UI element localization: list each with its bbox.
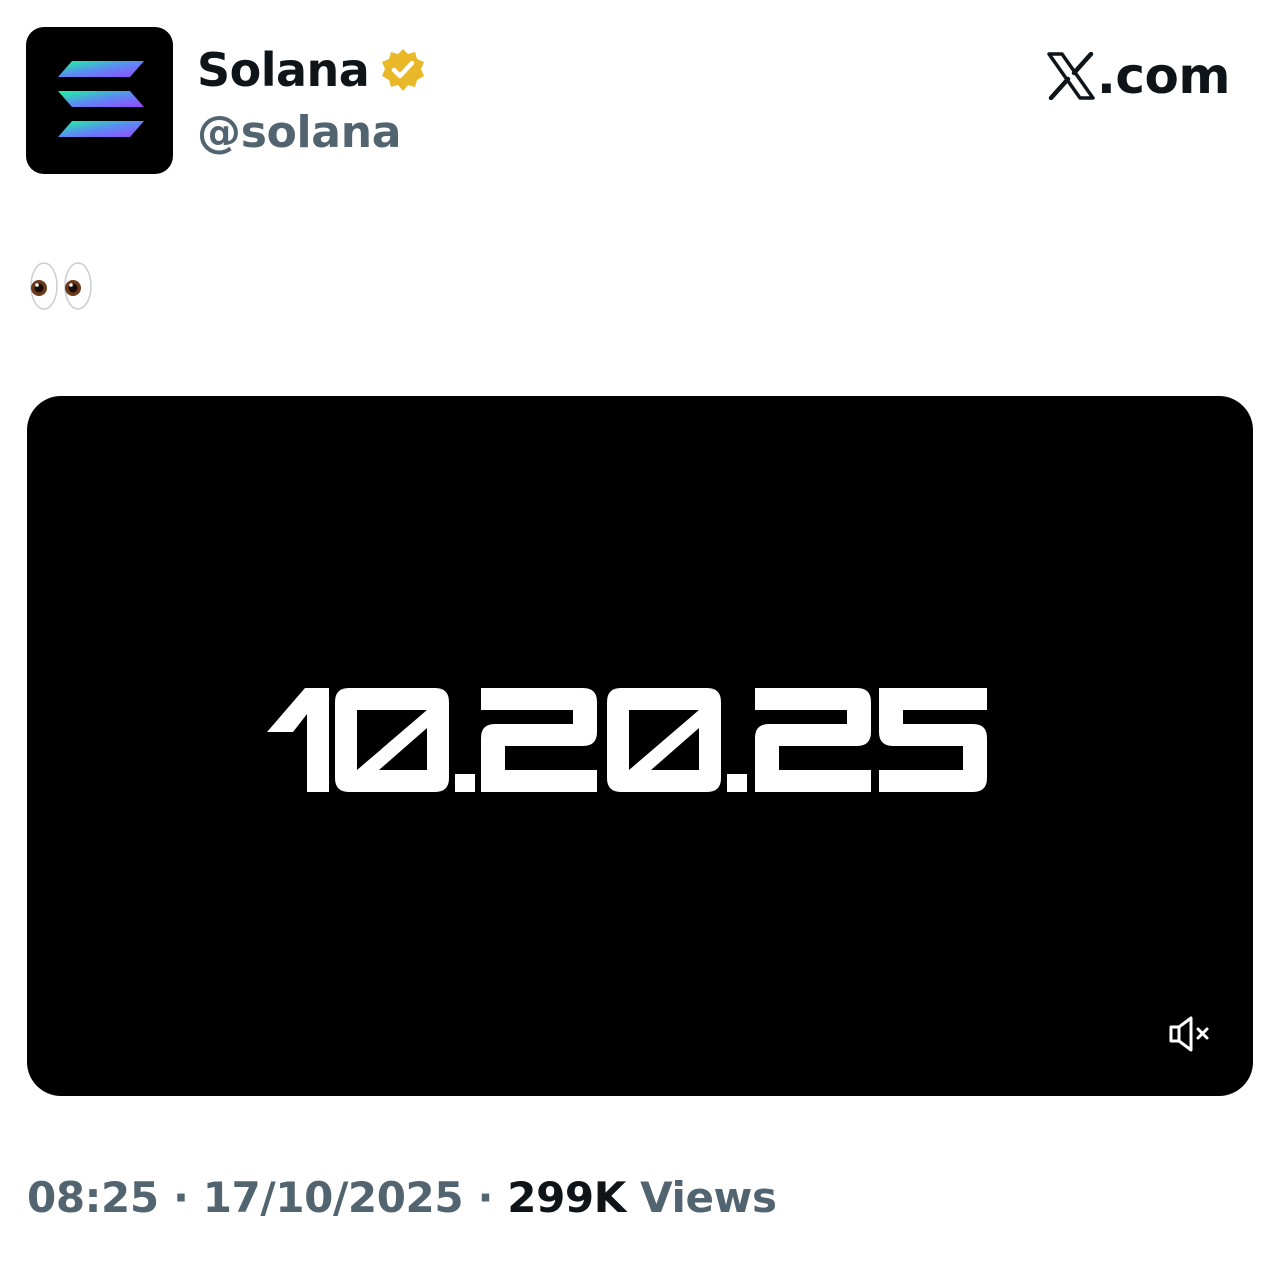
speaker-muted-icon bbox=[1169, 1016, 1209, 1052]
x-brand: .com bbox=[1047, 44, 1231, 108]
meta-separator: · bbox=[477, 1173, 494, 1222]
eyes-emoji-icon bbox=[30, 262, 92, 310]
author-handle[interactable]: @solana bbox=[197, 104, 401, 162]
author-avatar[interactable] bbox=[26, 27, 173, 174]
meta-separator: · bbox=[172, 1173, 189, 1222]
views-count[interactable]: 299K bbox=[507, 1173, 626, 1222]
solana-logo-icon bbox=[58, 61, 144, 137]
gold-verified-badge-icon[interactable] bbox=[379, 46, 427, 94]
brand-domain-text: .com bbox=[1096, 47, 1231, 105]
post-time[interactable]: 08:25 bbox=[27, 1173, 159, 1222]
views-label: Views bbox=[640, 1173, 777, 1222]
mute-button[interactable] bbox=[1167, 1014, 1215, 1054]
video-date-text bbox=[267, 684, 1027, 804]
post-text bbox=[28, 258, 94, 314]
x-logo-icon bbox=[1047, 52, 1095, 100]
author-display-name[interactable]: Solana bbox=[197, 40, 370, 100]
post-video[interactable] bbox=[27, 396, 1253, 1096]
post-meta: 08:25 · 17/10/2025 · 299K Views bbox=[27, 1170, 777, 1226]
post-date[interactable]: 17/10/2025 bbox=[203, 1173, 464, 1222]
author-name-row: Solana bbox=[197, 40, 427, 100]
